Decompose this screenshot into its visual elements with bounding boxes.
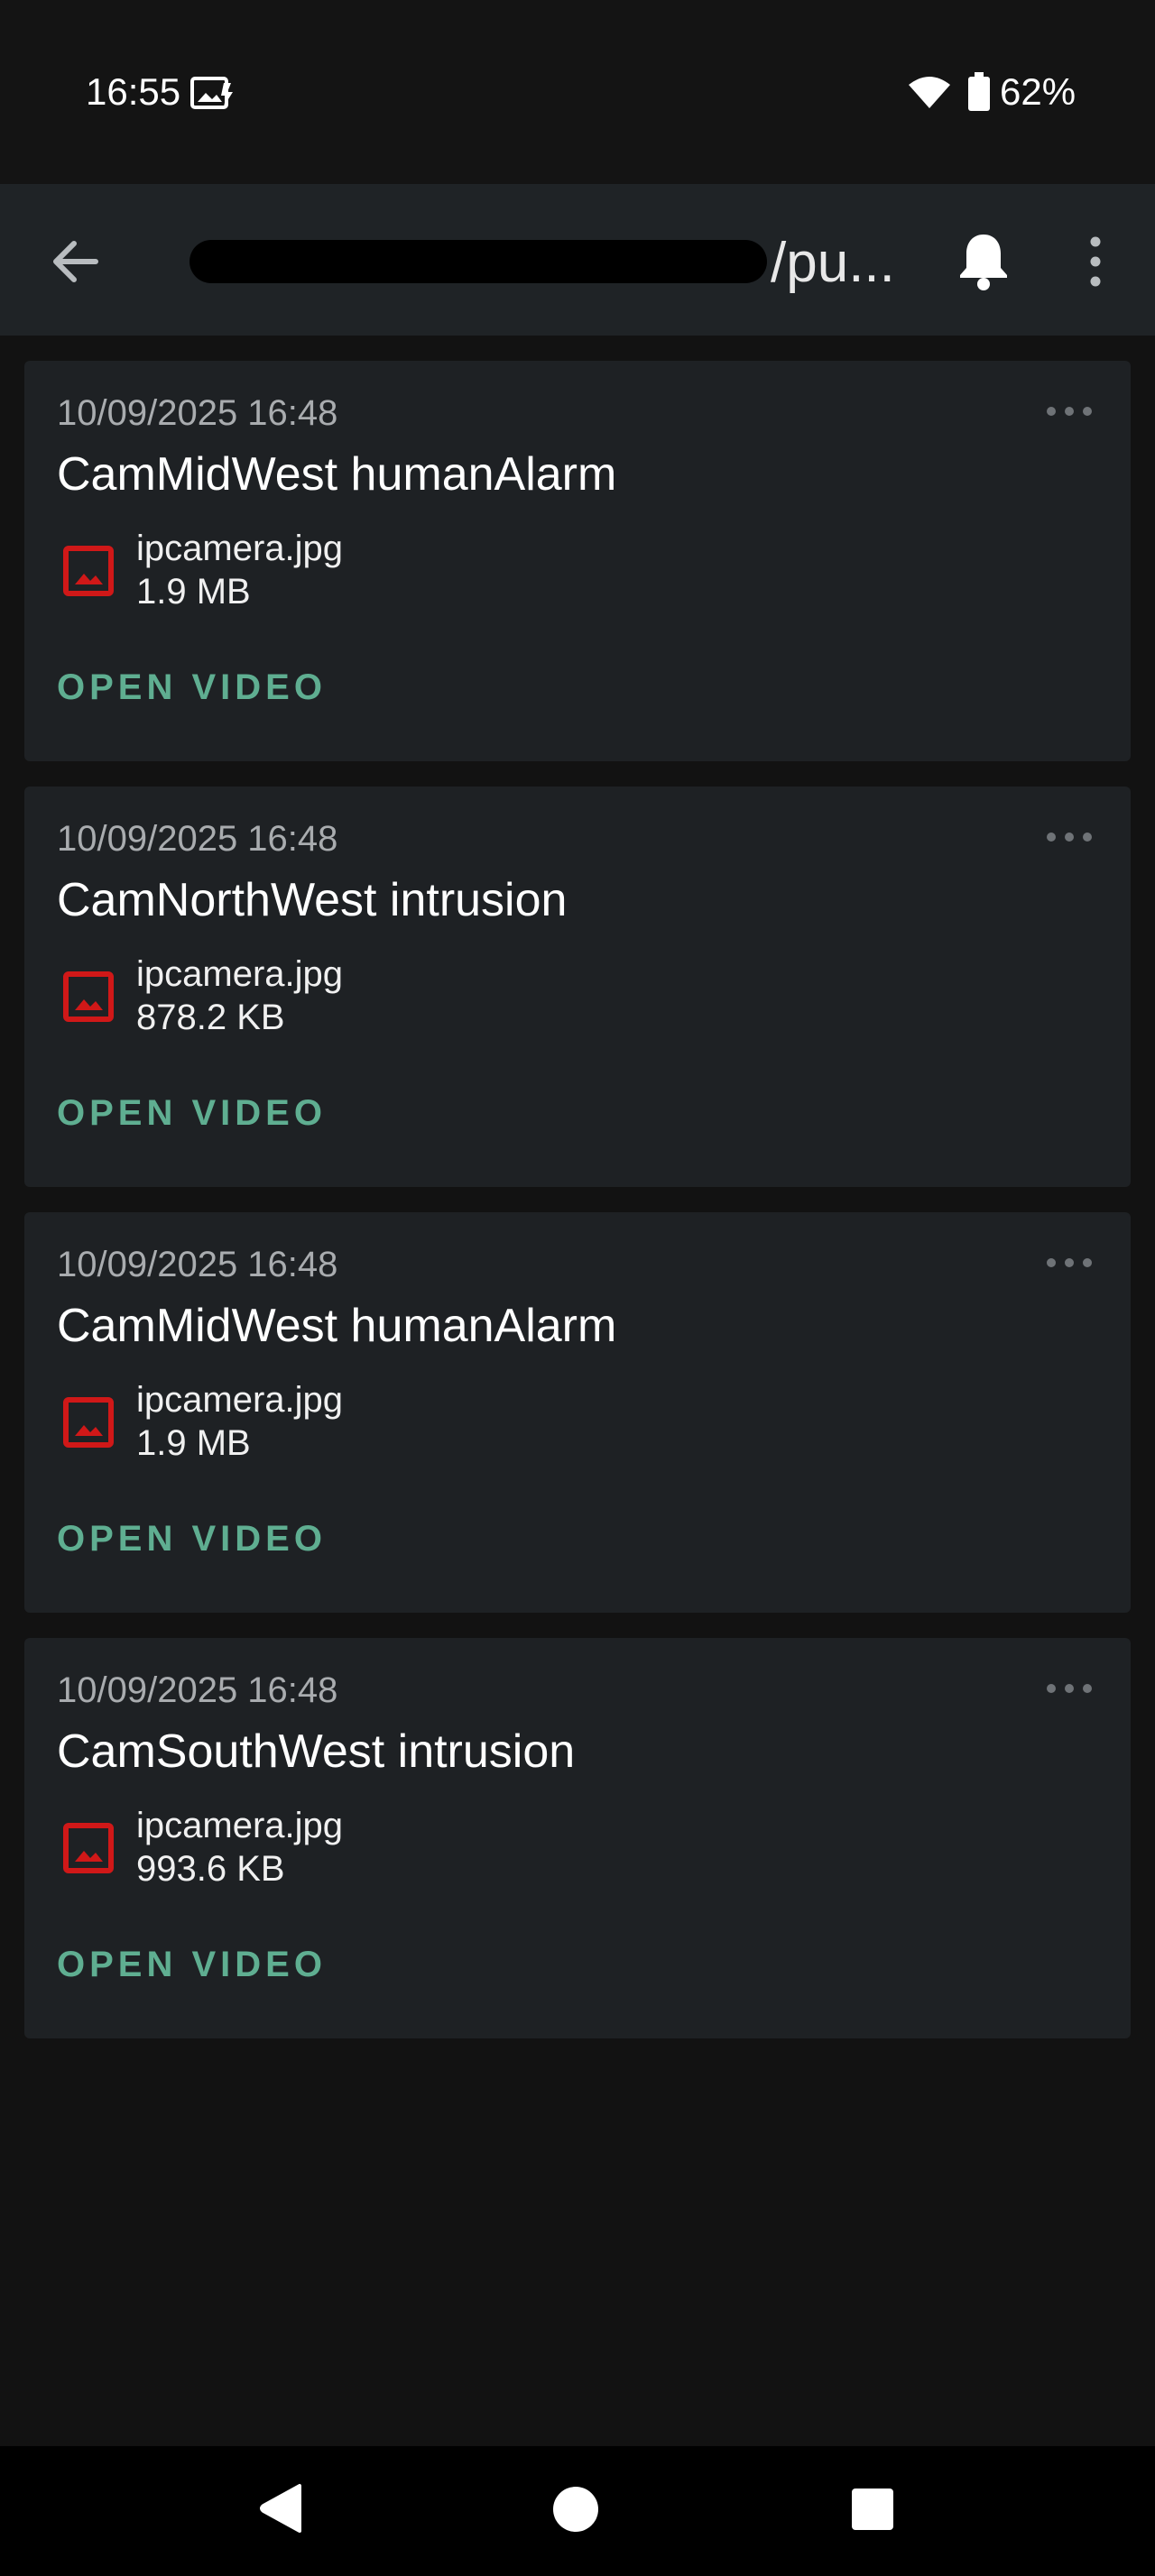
- notification-list: 10/09/2025 16:48 CamMidWest humanAlarm i…: [24, 361, 1131, 2064]
- notification-title: CamNorthWest intrusion: [57, 874, 568, 926]
- attachment-size: 1.9 MB: [136, 1423, 251, 1463]
- attachment-name[interactable]: ipcamera.jpg: [136, 529, 343, 569]
- notification-card[interactable]: 10/09/2025 16:48 CamSouthWest intrusion …: [24, 1638, 1131, 2038]
- wifi-icon: [909, 77, 950, 108]
- more-horiz-icon[interactable]: [1044, 1252, 1095, 1274]
- attachment-name[interactable]: ipcamera.jpg: [136, 954, 343, 995]
- image-notification-icon: [190, 77, 233, 109]
- notification-date: 10/09/2025 16:48: [57, 393, 338, 433]
- image-attachment-icon[interactable]: [62, 1396, 115, 1449]
- bell-icon[interactable]: [955, 229, 1012, 292]
- notification-title: CamMidWest humanAlarm: [57, 1300, 617, 1352]
- nav-back-icon[interactable]: [258, 2482, 303, 2535]
- battery-icon: [968, 72, 990, 111]
- image-attachment-icon[interactable]: [62, 971, 115, 1023]
- image-attachment-icon[interactable]: [62, 545, 115, 597]
- more-horiz-icon[interactable]: [1044, 826, 1095, 848]
- more-horiz-icon[interactable]: [1044, 1678, 1095, 1699]
- attachment-name[interactable]: ipcamera.jpg: [136, 1806, 343, 1846]
- attachment-size: 1.9 MB: [136, 572, 251, 612]
- open-video-button[interactable]: OPEN VIDEO: [57, 1093, 327, 1134]
- open-video-button[interactable]: OPEN VIDEO: [57, 667, 327, 708]
- notification-date: 10/09/2025 16:48: [57, 819, 338, 859]
- attachment-size: 993.6 KB: [136, 1849, 285, 1889]
- notification-card[interactable]: 10/09/2025 16:48 CamNorthWest intrusion …: [24, 787, 1131, 1187]
- nav-recents-icon[interactable]: [851, 2488, 894, 2531]
- nav-home-icon[interactable]: [552, 2486, 599, 2533]
- redacted-title-block: [189, 240, 767, 283]
- title-suffix: /pu...: [771, 232, 895, 294]
- notification-date: 10/09/2025 16:48: [57, 1245, 338, 1284]
- notification-title: CamSouthWest intrusion: [57, 1725, 576, 1778]
- back-arrow-icon[interactable]: [47, 233, 105, 290]
- notification-title: CamMidWest humanAlarm: [57, 448, 617, 501]
- open-video-button[interactable]: OPEN VIDEO: [57, 1945, 327, 1985]
- attachment-size: 878.2 KB: [136, 998, 285, 1037]
- notification-date: 10/09/2025 16:48: [57, 1670, 338, 1710]
- attachment-name[interactable]: ipcamera.jpg: [136, 1380, 343, 1421]
- more-vert-icon[interactable]: [1083, 235, 1108, 289]
- notification-card[interactable]: 10/09/2025 16:48 CamMidWest humanAlarm i…: [24, 361, 1131, 761]
- status-time: 16:55: [86, 70, 181, 113]
- more-horiz-icon[interactable]: [1044, 400, 1095, 422]
- notification-card[interactable]: 10/09/2025 16:48 CamMidWest humanAlarm i…: [24, 1212, 1131, 1613]
- page-title: /pu...: [189, 225, 902, 298]
- battery-percent: 62%: [1000, 70, 1076, 113]
- image-attachment-icon[interactable]: [62, 1822, 115, 1874]
- open-video-button[interactable]: OPEN VIDEO: [57, 1519, 327, 1559]
